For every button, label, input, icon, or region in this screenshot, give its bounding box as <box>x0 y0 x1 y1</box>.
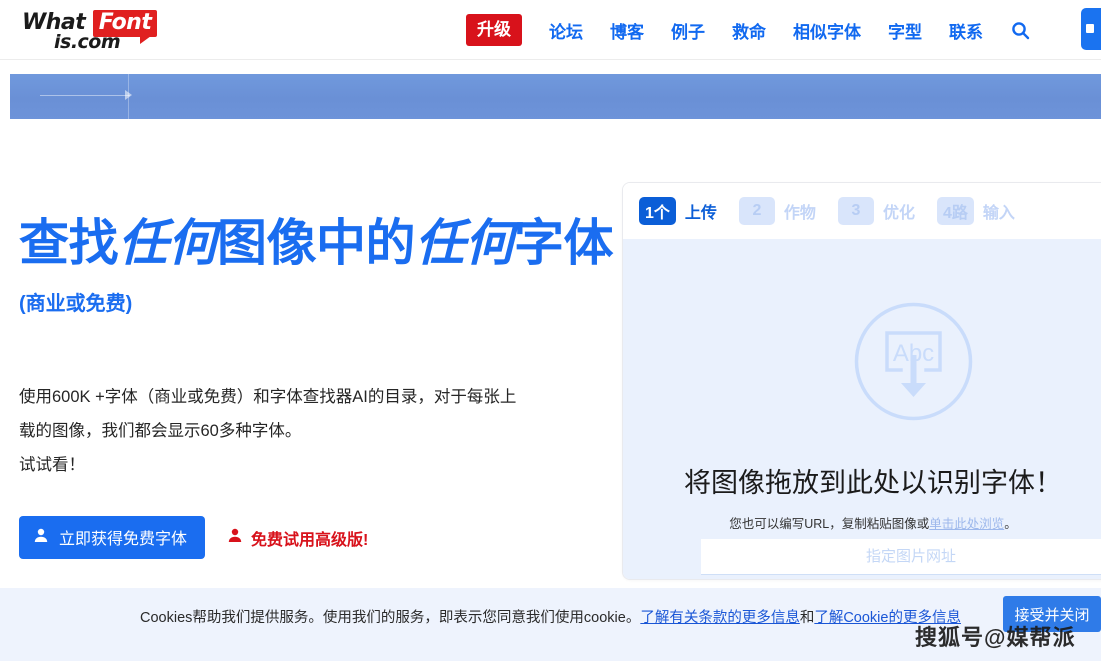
terms-more-info-link[interactable]: 了解有关条款的更多信息 <box>640 610 800 626</box>
image-dropzone[interactable]: Abc 将图像拖放到此处以识别字体！ 您也可以编写URL，复制粘贴图像或单击此处… <box>623 239 1101 579</box>
ad-banner-line <box>40 95 130 96</box>
page-title-part-2: 图像中的 <box>217 215 416 271</box>
browse-link[interactable]: 单击此处浏览 <box>929 517 1004 531</box>
page-title: 查找任何图像中的任何字体 <box>19 215 619 271</box>
site-header: What Font is.com 升级 论坛 博客 例子 救命 相似字体 字型 … <box>0 0 1101 60</box>
step-upload[interactable]: 1个 上传 <box>639 197 717 225</box>
dropzone-subtitle: 您也可以编写URL，复制粘贴图像或单击此处浏览。 <box>623 513 1101 532</box>
step-crop-number: 2 <box>738 197 775 225</box>
nav-item-upgrade[interactable]: 升级 <box>466 13 522 47</box>
step-crop[interactable]: 2 作物 <box>738 197 816 225</box>
whatfontis-homepage: What Font is.com 升级 论坛 博客 例子 救命 相似字体 字型 … <box>0 0 1101 661</box>
hero-description-line-1: 使用600K +字体（商业或免费）和字体查找器AI的目录，对于每张上 <box>19 388 517 406</box>
nav-item-blog[interactable]: 博客 <box>610 18 644 43</box>
site-logo[interactable]: What Font is.com <box>22 10 158 53</box>
search-icon[interactable] <box>1011 21 1030 40</box>
nav-item-forum[interactable]: 论坛 <box>549 18 583 43</box>
cookie-banner-text: Cookies帮助我们提供服务。使用我们的服务，即表示您同意我们使用cookie… <box>0 606 1101 627</box>
nav-item-typeface[interactable]: 字型 <box>888 18 922 43</box>
hero-description-line-3: 试试看！ <box>19 456 85 474</box>
upload-image-icon: Abc <box>851 299 976 424</box>
nav-item-similar-fonts[interactable]: 相似字体 <box>793 18 861 43</box>
page-title-part-3: 字体 <box>514 215 614 271</box>
dropzone-title: 将图像拖放到此处以识别字体！ <box>684 468 1062 498</box>
step-upload-label: 上传 <box>684 205 717 222</box>
hero-description-line-2: 载的图像，我们都会显示60多种字体。 <box>19 422 302 440</box>
get-free-fonts-button[interactable]: 立即获得免费字体 <box>19 516 206 559</box>
user-icon <box>33 527 49 548</box>
nav-item-examples[interactable]: 例子 <box>671 18 705 43</box>
step-input[interactable]: 4路 输入 <box>936 197 1015 225</box>
ad-banner-background <box>10 74 1101 119</box>
upload-steps: 1个 上传 2 作物 3 优化 4路 输入 <box>623 183 1101 239</box>
logo-domain-text: is.com <box>54 31 121 53</box>
free-premium-trial-label: 免费试用高级版! <box>251 531 369 549</box>
accept-and-close-button[interactable]: 接受并关闭 <box>1003 596 1101 632</box>
step-input-label: 输入 <box>982 205 1015 222</box>
image-url-input[interactable] <box>701 539 1101 575</box>
page-subtitle: (商业或免费) <box>19 293 133 315</box>
step-crop-label: 作物 <box>783 205 816 222</box>
dropzone-subtitle-prefix: 您也可以编写URL，复制粘贴图像或 <box>729 517 930 531</box>
ad-banner-divider <box>128 74 129 119</box>
nav-account-button-glyph <box>1086 24 1094 33</box>
page-title-emphasis-2: 任何 <box>415 215 515 271</box>
page-title-emphasis-1: 任何 <box>118 215 218 271</box>
dropzone-subtitle-suffix: 。 <box>1004 517 1017 531</box>
nav-account-button[interactable] <box>1081 8 1101 50</box>
nav-item-help[interactable]: 救命 <box>732 18 766 43</box>
step-input-number: 4路 <box>936 197 974 225</box>
hero-cta-row: 立即获得免费字体 免费试用高级版! <box>19 516 368 559</box>
user-icon-red <box>227 527 243 548</box>
step-optimize-number: 3 <box>837 197 874 225</box>
page-title-part-1: 查找 <box>19 215 119 271</box>
main-navigation: 升级 论坛 博客 例子 救命 相似字体 字型 联系 <box>466 0 1030 60</box>
cookie-banner: Cookies帮助我们提供服务。使用我们的服务，即表示您同意我们使用cookie… <box>0 588 1101 661</box>
cookie-more-info-link[interactable]: 了解Cookie的更多信息 <box>814 610 961 626</box>
hero-section: 查找任何图像中的任何字体 (商业或免费) <box>19 215 619 316</box>
step-optimize[interactable]: 3 优化 <box>837 197 915 225</box>
cookie-text-between: 和 <box>799 610 815 626</box>
upload-panel: 1个 上传 2 作物 3 优化 4路 输入 Abc 将图像拖放到此处以识别字体！… <box>622 182 1101 580</box>
cookie-text-prefix: Cookies帮助我们提供服务。使用我们的服务，即表示您同意我们使用cookie… <box>140 610 641 626</box>
speech-bubble-tail-icon <box>140 36 152 44</box>
nav-item-contact[interactable]: 联系 <box>949 18 983 43</box>
free-premium-trial-link[interactable]: 免费试用高级版! <box>227 526 368 550</box>
step-optimize-label: 优化 <box>882 205 915 222</box>
step-upload-number: 1个 <box>639 197 676 225</box>
get-free-fonts-label: 立即获得免费字体 <box>59 531 188 548</box>
ad-banner-strip[interactable] <box>10 74 1101 119</box>
hero-description: 使用600K +字体（商业或免费）和字体查找器AI的目录，对于每张上 载的图像，… <box>19 380 619 482</box>
